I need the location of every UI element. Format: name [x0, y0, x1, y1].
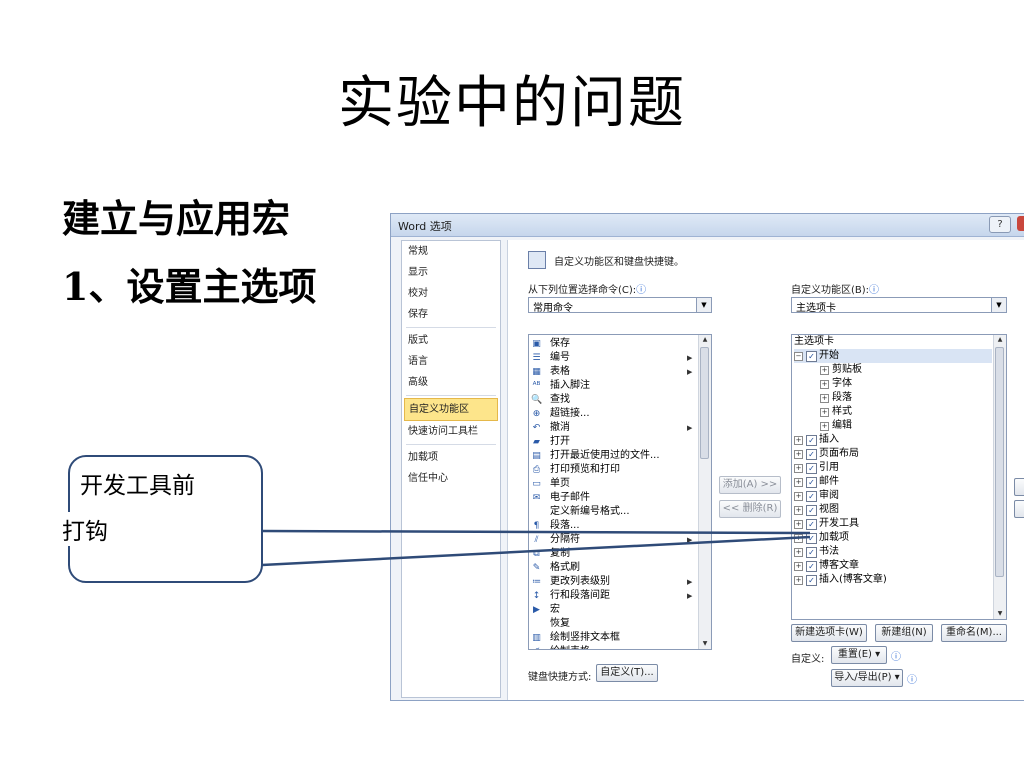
- callout-pointer: [261, 529, 811, 567]
- callout-line-bottom: [261, 535, 811, 567]
- callout-line-1: 开发工具前: [80, 473, 195, 499]
- callout-line-2: 打钩: [62, 512, 108, 546]
- callout-line-top: [261, 529, 811, 535]
